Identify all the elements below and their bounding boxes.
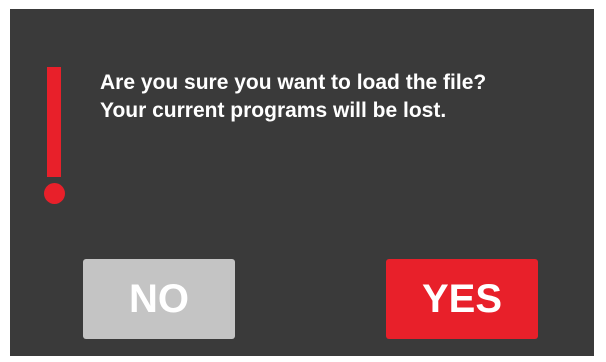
exclamation-dot	[44, 183, 65, 204]
yes-button[interactable]: YES	[386, 259, 538, 339]
dialog-message: Are you sure you want to load the file? …	[100, 69, 580, 125]
message-line-2: Your current programs will be lost.	[100, 99, 447, 122]
exclamation-icon	[44, 67, 68, 207]
no-button[interactable]: NO	[83, 259, 235, 339]
exclamation-bar	[47, 67, 61, 177]
message-line-1: Are you sure you want to load the file?	[100, 71, 487, 94]
confirm-dialog: Are you sure you want to load the file? …	[10, 9, 594, 356]
